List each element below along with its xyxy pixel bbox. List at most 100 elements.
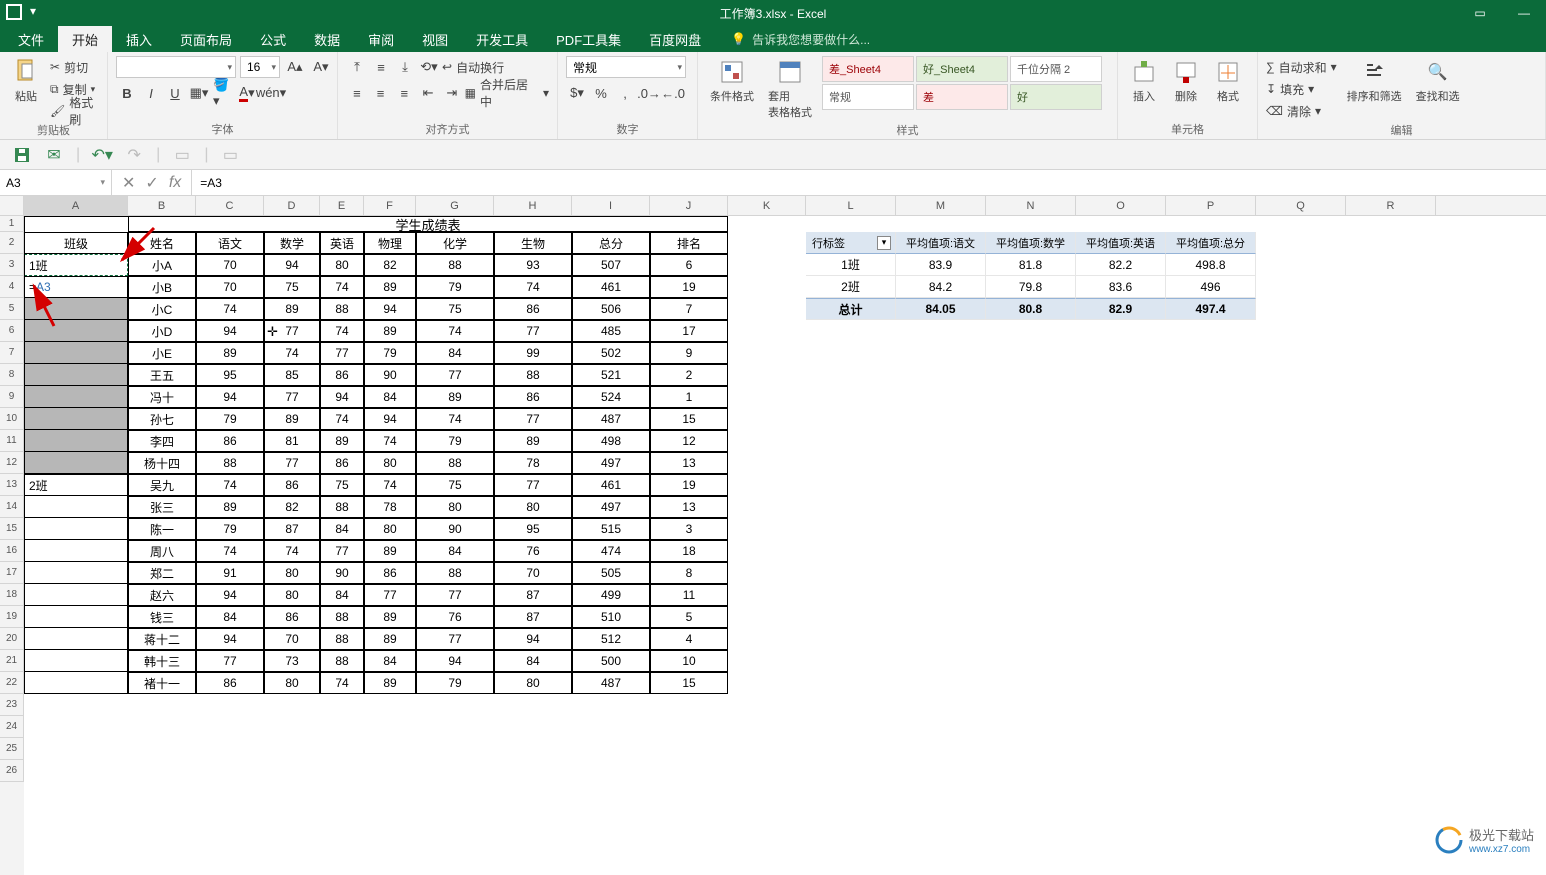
number-format-dropdown[interactable]: 常规 — [566, 56, 686, 78]
pivot-1-0[interactable]: 2班 — [806, 276, 896, 298]
row-header-18[interactable]: 18 — [0, 584, 24, 606]
cell-J14[interactable]: 13 — [650, 496, 728, 518]
cell-G15[interactable]: 90 — [416, 518, 494, 540]
cell-F19[interactable]: 89 — [364, 606, 416, 628]
cell-I9[interactable]: 524 — [572, 386, 650, 408]
cell-J3[interactable]: 6 — [650, 254, 728, 276]
cell-B10[interactable]: 孙七 — [128, 408, 196, 430]
cell-I3[interactable]: 507 — [572, 254, 650, 276]
cell-A5[interactable] — [24, 298, 128, 320]
row-header-20[interactable]: 20 — [0, 628, 24, 650]
format-cells-button[interactable]: 格式 — [1210, 56, 1246, 106]
style-1[interactable]: 好_Sheet4 — [916, 56, 1008, 82]
inc-decimal-icon[interactable]: .0→ — [638, 82, 660, 104]
cell-F16[interactable]: 89 — [364, 540, 416, 562]
header-2[interactable]: 语文 — [196, 232, 264, 254]
undo-icon[interactable]: ↶▾ — [92, 145, 112, 165]
cell-D13[interactable]: 86 — [264, 474, 320, 496]
cell-F18[interactable]: 77 — [364, 584, 416, 606]
cell-G12[interactable]: 88 — [416, 452, 494, 474]
align-middle-icon[interactable]: ≡ — [370, 56, 392, 78]
cell-B3[interactable]: 小A — [128, 254, 196, 276]
cell-E9[interactable]: 94 — [320, 386, 364, 408]
cell-G18[interactable]: 77 — [416, 584, 494, 606]
cell-F17[interactable]: 86 — [364, 562, 416, 584]
underline-icon[interactable]: U — [164, 82, 186, 104]
select-all-corner[interactable] — [0, 196, 24, 215]
delete-cells-button[interactable]: 删除 — [1168, 56, 1204, 106]
cell-J22[interactable]: 15 — [650, 672, 728, 694]
cell-D9[interactable]: 77 — [264, 386, 320, 408]
cell-J6[interactable]: 17 — [650, 320, 728, 342]
cell-C3[interactable]: 70 — [196, 254, 264, 276]
cell-E18[interactable]: 84 — [320, 584, 364, 606]
cell-B11[interactable]: 李四 — [128, 430, 196, 452]
phonetic-icon[interactable]: wén▾ — [260, 82, 282, 104]
cell-F9[interactable]: 84 — [364, 386, 416, 408]
cell-H11[interactable]: 89 — [494, 430, 572, 452]
cell-D20[interactable]: 70 — [264, 628, 320, 650]
cell-C6[interactable]: 94 — [196, 320, 264, 342]
menu-tab-8[interactable]: 开发工具 — [462, 26, 542, 52]
pivot-0-3[interactable]: 82.2 — [1076, 254, 1166, 276]
cell-B9[interactable]: 冯十 — [128, 386, 196, 408]
cell-C4[interactable]: 70 — [196, 276, 264, 298]
cell-C8[interactable]: 95 — [196, 364, 264, 386]
cell-A18[interactable] — [24, 584, 128, 606]
cell-A19[interactable] — [24, 606, 128, 628]
cell-D6[interactable]: 77 — [264, 320, 320, 342]
row-header-9[interactable]: 9 — [0, 386, 24, 408]
cell-C21[interactable]: 77 — [196, 650, 264, 672]
header-5[interactable]: 物理 — [364, 232, 416, 254]
cell-E4[interactable]: 74 — [320, 276, 364, 298]
cell-G11[interactable]: 79 — [416, 430, 494, 452]
cell-H12[interactable]: 78 — [494, 452, 572, 474]
col-header-L[interactable]: L — [806, 196, 896, 215]
cell-H4[interactable]: 74 — [494, 276, 572, 298]
row-header-8[interactable]: 8 — [0, 364, 24, 386]
cell-A7[interactable] — [24, 342, 128, 364]
cell-C12[interactable]: 88 — [196, 452, 264, 474]
cell-E15[interactable]: 84 — [320, 518, 364, 540]
cell-I17[interactable]: 505 — [572, 562, 650, 584]
table-title[interactable]: 学生成绩表 — [128, 216, 728, 232]
table-format-button[interactable]: 套用 表格格式 — [764, 56, 816, 122]
cell-A13[interactable]: 2班 — [24, 474, 128, 496]
row-header-10[interactable]: 10 — [0, 408, 24, 430]
cell-I7[interactable]: 502 — [572, 342, 650, 364]
cell-C10[interactable]: 79 — [196, 408, 264, 430]
cell-I21[interactable]: 500 — [572, 650, 650, 672]
align-center-icon[interactable]: ≡ — [370, 82, 392, 104]
cell-B22[interactable]: 褚十一 — [128, 672, 196, 694]
row-header-7[interactable]: 7 — [0, 342, 24, 364]
menu-tab-2[interactable]: 插入 — [112, 26, 166, 52]
cell-E6[interactable]: 74 — [320, 320, 364, 342]
col-header-M[interactable]: M — [896, 196, 986, 215]
col-header-R[interactable]: R — [1346, 196, 1436, 215]
menu-tab-5[interactable]: 数据 — [300, 26, 354, 52]
row-header-2[interactable]: 2 — [0, 232, 24, 254]
row-header-6[interactable]: 6 — [0, 320, 24, 342]
cell-D12[interactable]: 77 — [264, 452, 320, 474]
cell-H17[interactable]: 70 — [494, 562, 572, 584]
cell-J17[interactable]: 8 — [650, 562, 728, 584]
merge-center-button[interactable]: ▦合并后居中▾ — [465, 82, 549, 104]
pivot-total-1[interactable]: 84.05 — [896, 298, 986, 320]
col-header-K[interactable]: K — [728, 196, 806, 215]
cell-C9[interactable]: 94 — [196, 386, 264, 408]
cell-J21[interactable]: 10 — [650, 650, 728, 672]
col-header-N[interactable]: N — [986, 196, 1076, 215]
cell-H5[interactable]: 86 — [494, 298, 572, 320]
cell-C20[interactable]: 94 — [196, 628, 264, 650]
pivot-header-1[interactable]: 平均值项:语文 — [896, 232, 986, 254]
row-header-24[interactable]: 24 — [0, 716, 24, 738]
tell-me-input[interactable]: 💡告诉我您想要做什么... — [715, 26, 870, 52]
cell-G3[interactable]: 88 — [416, 254, 494, 276]
col-header-G[interactable]: G — [416, 196, 494, 215]
cell-E19[interactable]: 88 — [320, 606, 364, 628]
dec-decimal-icon[interactable]: ←.0 — [662, 82, 684, 104]
cell-I5[interactable]: 506 — [572, 298, 650, 320]
cell-H9[interactable]: 86 — [494, 386, 572, 408]
cell-G7[interactable]: 84 — [416, 342, 494, 364]
cell-E20[interactable]: 88 — [320, 628, 364, 650]
